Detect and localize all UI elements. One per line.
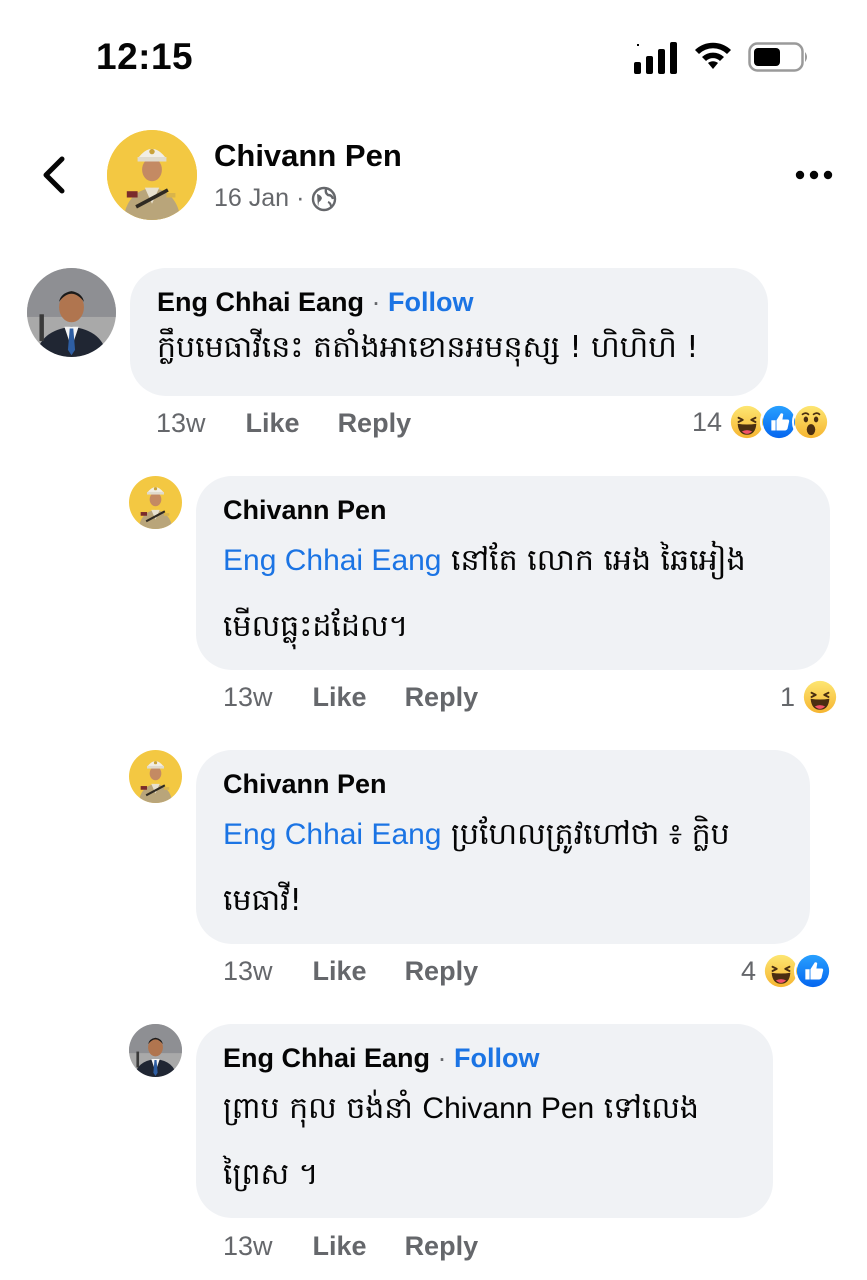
reply-button[interactable]: Reply — [405, 956, 479, 987]
like-button[interactable]: Like — [313, 1231, 367, 1262]
reply-button[interactable]: Reply — [405, 1231, 479, 1262]
follow-separator: · — [437, 1043, 455, 1073]
battery-icon — [748, 42, 807, 72]
more-options-button[interactable] — [792, 160, 836, 190]
comment-author: Eng Chhai Eang · Follow — [157, 286, 741, 318]
comment-text: Eng Chhai Eang នៅតែ លោក អេង ឆៃអៀង មើលធ្ល… — [223, 528, 803, 660]
post-author-avatar[interactable] — [107, 130, 197, 220]
mention-link[interactable]: Eng Chhai Eang — [223, 544, 442, 577]
comment-text-part: ប្រហែលត្រូវហៅថា ៖ ក្លិប — [441, 817, 730, 852]
comment-text-part: Chivann Pen — [422, 1092, 595, 1125]
comment-bubble: Chivann Pen Eng Chhai Eang ប្រហែលត្រូវហៅ… — [196, 750, 810, 944]
reaction-count: 14 — [692, 406, 723, 437]
haha-icon — [801, 678, 840, 716]
comment-bubble: Eng Chhai Eang · Follow ក្លឹបមេធាវីនេះ ត… — [130, 268, 768, 396]
reply-avatar-chivann-pen[interactable] — [129, 750, 182, 803]
comment-actions: 13w Like Reply — [156, 408, 449, 439]
comment-bubble: Eng Chhai Eang · Follow ព្រាប កុល ចង់នាំ… — [196, 1024, 773, 1218]
comment-time[interactable]: 13w — [223, 956, 273, 987]
post-date: 16 Jan — [214, 184, 290, 212]
comment-time[interactable]: 13w — [223, 1231, 273, 1262]
comment-text-part: ព្រាប កុល ចង់នាំ — [223, 1091, 423, 1126]
comment-text: ក្លឹបមេធាវីនេះ តតាំងអាខោនអមនុស្ស ! ហិហិហ… — [157, 330, 699, 365]
globe-icon — [312, 186, 337, 211]
reaction-count: 4 — [741, 955, 757, 986]
comment-actions: 13w Like Reply — [223, 956, 516, 987]
chevron-left-icon — [43, 156, 65, 194]
post-meta: 16 Jan · — [214, 184, 337, 213]
meta-separator: · — [296, 184, 305, 212]
reaction-summary[interactable]: 14 — [692, 403, 831, 441]
comment-actions: 13w Like Reply — [223, 682, 516, 713]
avatar — [129, 476, 182, 529]
cellular-signal-icon — [634, 42, 677, 74]
comment-text-part: ព្រៃស ។ — [223, 1157, 319, 1192]
post-author-name[interactable]: Chivann Pen — [214, 138, 402, 174]
comment-text-part: នៅតែ លោក អេង ឆៃអៀង — [441, 543, 746, 578]
status-time: 12:15 — [96, 36, 194, 77]
comment-time[interactable]: 13w — [223, 682, 273, 713]
reply-button[interactable]: Reply — [405, 682, 479, 713]
comment-bubble: Chivann Pen Eng Chhai Eang នៅតែ លោក អេង … — [196, 476, 830, 670]
follow-button[interactable]: Follow — [454, 1043, 539, 1073]
comment-author-name[interactable]: Eng Chhai Eang — [223, 1043, 430, 1073]
comment-avatar-eng-chhai-eang[interactable] — [27, 268, 116, 357]
avatar — [129, 1024, 182, 1077]
follow-separator: · — [371, 287, 389, 317]
comment-text-part: មេធាវី! — [223, 883, 302, 918]
reaction-count: 1 — [780, 681, 796, 712]
comment-text-part: មើលធ្លុះដដែល។ — [223, 609, 409, 644]
avatar — [107, 130, 197, 220]
comment-author-name[interactable]: Chivann Pen — [223, 768, 783, 800]
like-button[interactable]: Like — [313, 682, 367, 713]
status-bar: 12:15 — [0, 0, 867, 110]
wow-icon — [792, 403, 831, 441]
reaction-summary[interactable]: 1 — [780, 678, 840, 716]
comment-author: Eng Chhai Eang · Follow — [223, 1042, 746, 1074]
more-dots-icon — [795, 170, 833, 180]
follow-button[interactable]: Follow — [388, 287, 473, 317]
comment-text: ព្រាប កុល ចង់នាំ Chivann Pen ទៅលេង ព្រៃស… — [223, 1076, 746, 1208]
reply-button[interactable]: Reply — [338, 408, 412, 439]
like-icon — [794, 952, 833, 990]
like-button[interactable]: Like — [246, 408, 300, 439]
comment-text-part: ទៅលេង — [594, 1091, 699, 1126]
like-button[interactable]: Like — [313, 956, 367, 987]
reaction-summary[interactable]: 4 — [741, 952, 833, 990]
avatar — [27, 268, 116, 357]
comment-author-name[interactable]: Chivann Pen — [223, 494, 803, 526]
reply-avatar-eng-chhai-eang[interactable] — [129, 1024, 182, 1077]
mention-link[interactable]: Eng Chhai Eang — [223, 818, 442, 851]
comment-time[interactable]: 13w — [156, 408, 206, 439]
comment-text: Eng Chhai Eang ប្រហែលត្រូវហៅថា ៖ ក្លិប ម… — [223, 802, 783, 934]
comment-actions: 13w Like Reply — [223, 1231, 516, 1262]
comment-author-name[interactable]: Eng Chhai Eang — [157, 287, 364, 317]
avatar — [129, 750, 182, 803]
wifi-icon — [695, 42, 731, 69]
back-button[interactable] — [34, 150, 74, 200]
reply-avatar-chivann-pen[interactable] — [129, 476, 182, 529]
